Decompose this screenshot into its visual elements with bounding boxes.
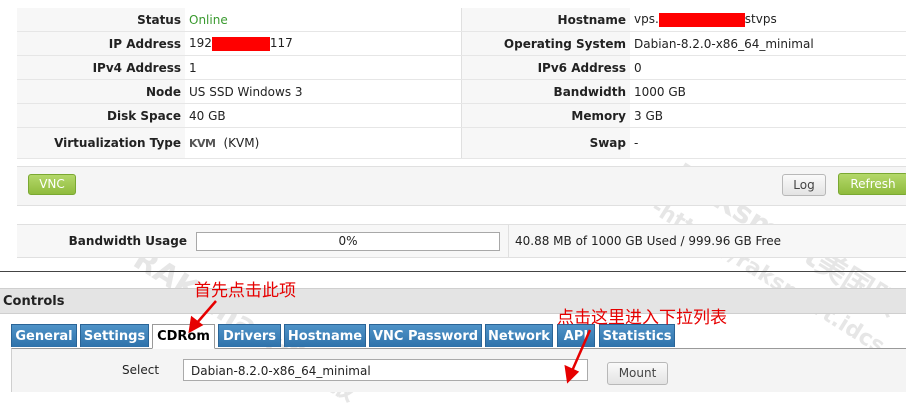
divider	[0, 271, 906, 272]
tab-drivers[interactable]: Drivers	[218, 324, 281, 347]
mount-button[interactable]: Mount	[607, 362, 668, 385]
table-row: IP Address 192 117 Operating System Dabia…	[17, 31, 906, 56]
bandwidth-value: 1000 GB	[630, 79, 906, 104]
bandwidth-label: Bandwidth	[461, 79, 630, 104]
redaction-block	[658, 12, 745, 27]
refresh-button[interactable]: Refresh	[838, 173, 906, 195]
tab-general[interactable]: General	[11, 324, 77, 347]
virt-text: (KVM)	[223, 136, 260, 150]
hostname-suffix: stvps	[744, 12, 777, 27]
node-value: US SSD Windows 3	[185, 79, 462, 104]
annotation-first-click: 首先点击此项	[194, 281, 296, 301]
ipv6-label: IPv6 Address	[461, 55, 630, 80]
hostname-prefix: vps.	[634, 12, 659, 27]
virt-value: KVM (KVM)	[185, 127, 462, 159]
redaction-block	[211, 36, 270, 51]
memory-value: 3 GB	[630, 103, 906, 128]
tab-settings[interactable]: Settings	[80, 324, 149, 347]
os-value: Dabian-8.2.0-x86_64_minimal	[630, 31, 906, 56]
tab-network[interactable]: Network	[485, 324, 553, 347]
controls-header: Controls	[0, 288, 906, 314]
node-label: Node	[17, 79, 185, 104]
swap-value: -	[630, 127, 906, 159]
hostname-label: Hostname	[461, 8, 630, 32]
server-info-table: Status Online Hostname vps. stvps IP Addr…	[17, 8, 906, 159]
ipv6-value: 0	[630, 55, 906, 80]
log-button[interactable]: Log	[782, 174, 826, 196]
cdrom-panel: Select Dabian-8.2.0-x86_64_minimal Mount	[11, 348, 906, 392]
watermark-url: -https://raksmart.idcs	[646, 195, 889, 360]
table-row: Virtualization Type KVM (KVM) Swap -	[17, 127, 906, 159]
bandwidth-usage-label: Bandwidth Usage	[68, 234, 187, 248]
status-label: Status	[17, 8, 185, 32]
bandwidth-summary: 40.88 MB of 1000 GB Used / 999.96 GB Fre…	[508, 225, 781, 257]
action-bar: VNC Log Refresh	[17, 166, 906, 206]
status-value: Online	[185, 8, 462, 32]
hostname-value: vps. stvps	[630, 8, 906, 32]
ipv4-label: IPv4 Address	[17, 55, 185, 80]
tab-cdrom[interactable]: CDRom	[152, 324, 215, 349]
annotation-dropdown-hint: 点击这里进入下拉列表	[557, 308, 727, 328]
bandwidth-usage-row: Bandwidth Usage 0% 40.88 MB of 1000 GB U…	[17, 224, 906, 258]
tab-vnc-password[interactable]: VNC Password	[369, 324, 482, 347]
table-row: Status Online Hostname vps. stvps	[17, 8, 906, 32]
table-row: Disk Space 40 GB Memory 3 GB	[17, 103, 906, 128]
ip-label: IP Address	[17, 31, 185, 56]
disk-label: Disk Space	[17, 103, 185, 128]
ip-prefix: 192	[189, 36, 212, 51]
ip-suffix: 117	[269, 36, 293, 51]
status-online-text: Online	[189, 12, 228, 27]
vnc-button[interactable]: VNC	[28, 174, 76, 195]
bandwidth-progress-bar: 0%	[196, 232, 500, 251]
tab-hostname[interactable]: Hostname	[284, 324, 366, 347]
kvm-logo-icon: KVM	[189, 137, 216, 150]
disk-value: 40 GB	[185, 103, 462, 128]
iso-select[interactable]: Dabian-8.2.0-x86_64_minimal	[183, 359, 588, 381]
ip-value: 192 117	[185, 31, 462, 56]
table-row: Node US SSD Windows 3 Bandwidth 1000 GB	[17, 79, 906, 104]
os-label: Operating System	[461, 31, 630, 56]
memory-label: Memory	[461, 103, 630, 128]
bandwidth-percent: 0%	[338, 234, 358, 248]
select-label: Select	[122, 363, 160, 377]
swap-label: Swap	[461, 127, 630, 159]
table-row: IPv4 Address 1 IPv6 Address 0	[17, 55, 906, 80]
ipv4-value: 1	[185, 55, 462, 80]
virt-label: Virtualization Type	[17, 127, 185, 159]
